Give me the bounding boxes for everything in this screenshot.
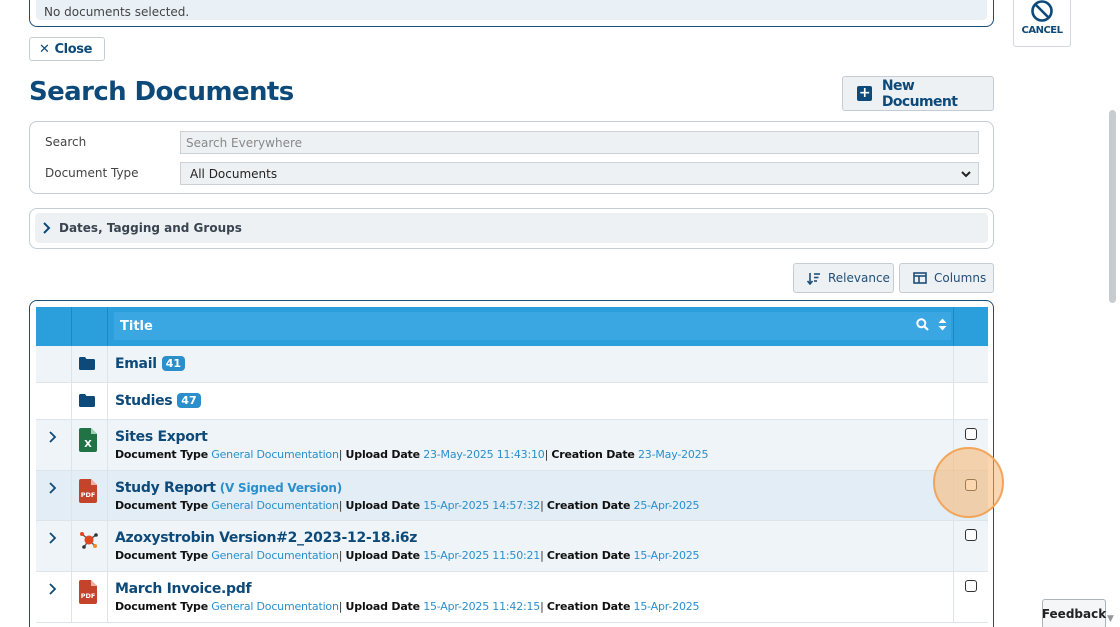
- close-label: Close: [54, 41, 93, 57]
- new-document-button[interactable]: + New Document: [842, 76, 994, 111]
- document-row[interactable]: Azoxystrobin Version#2_2023-12-18.i6z Do…: [36, 521, 988, 572]
- dates-tagging-groups-toggle[interactable]: Dates, Tagging and Groups: [35, 213, 988, 243]
- new-document-label: New Document: [881, 77, 958, 110]
- molecule-icon: [80, 532, 98, 549]
- plus-icon: +: [857, 85, 872, 101]
- chevron-right-icon[interactable]: [48, 531, 57, 545]
- folder-count-badge: 41: [161, 356, 186, 371]
- folder-icon: [79, 357, 95, 370]
- document-row[interactable]: X Sites Export Document Type General Doc…: [36, 420, 988, 471]
- columns-label: Columns: [934, 271, 987, 285]
- document-title-link[interactable]: Study Report (V Signed Version): [115, 480, 342, 496]
- document-type-select[interactable]: All Documents: [180, 162, 979, 185]
- folder-icon: [79, 394, 95, 407]
- sort-toggle-icon[interactable]: [938, 318, 947, 331]
- selected-documents-box: No documents selected.: [36, 0, 987, 20]
- cancel-label: CANCEL: [1021, 25, 1064, 36]
- sort-label: Relevance: [828, 271, 890, 285]
- title-column-header[interactable]: Title: [114, 312, 951, 340]
- sort-relevance-button[interactable]: Relevance: [793, 263, 894, 293]
- page-title: Search Documents: [29, 77, 294, 107]
- feedback-button[interactable]: Feedback: [1042, 599, 1106, 627]
- excel-icon: X: [79, 428, 97, 452]
- folder-count-badge: 47: [177, 393, 201, 408]
- dates-tagging-groups-label: Dates, Tagging and Groups: [59, 221, 242, 235]
- document-row[interactable]: PDF March Invoice.pdf Document Type Gene…: [36, 572, 988, 623]
- title-header-label: Title: [120, 318, 153, 334]
- document-metadata: Document Type General Documentation| Upl…: [115, 499, 700, 512]
- pdf-icon: PDF: [79, 580, 97, 604]
- svg-text:PDF: PDF: [81, 491, 96, 499]
- document-metadata: Document Type General Documentation| Upl…: [115, 448, 709, 461]
- document-metadata: Document Type General Documentation| Upl…: [115, 600, 700, 613]
- svg-text:X: X: [84, 439, 92, 450]
- close-button[interactable]: ✕ Close: [29, 37, 105, 61]
- chevron-down-icon: [961, 171, 971, 178]
- document-title-link[interactable]: Azoxystrobin Version#2_2023-12-18.i6z: [115, 530, 417, 546]
- document-type-label: Document Type: [45, 166, 139, 180]
- version-label: (V Signed Version): [219, 481, 343, 495]
- pdf-icon: PDF: [79, 479, 97, 503]
- folder-link-email[interactable]: Email 41: [115, 356, 186, 372]
- document-metadata: Document Type General Documentation| Upl…: [115, 549, 700, 562]
- table-header: Title: [36, 307, 988, 346]
- chevron-right-icon: [43, 222, 51, 234]
- selection-status: No documents selected.: [44, 5, 190, 19]
- selected-documents-panel: No documents selected.: [29, 0, 994, 27]
- cancel-button[interactable]: CANCEL: [1013, 0, 1071, 47]
- folder-row[interactable]: Email 41: [36, 346, 988, 383]
- click-highlight: [933, 447, 1004, 518]
- document-row[interactable]: PDF Study Report (V Signed Version) Docum…: [36, 471, 988, 521]
- search-input[interactable]: [180, 131, 979, 154]
- close-icon: ✕: [39, 41, 50, 57]
- folder-row[interactable]: Studies 47: [36, 383, 988, 420]
- scrollbar-thumb[interactable]: [1109, 110, 1116, 303]
- scrollbar-track[interactable]: [1108, 0, 1120, 627]
- columns-button[interactable]: Columns: [899, 263, 994, 293]
- chevron-right-icon[interactable]: [48, 582, 57, 596]
- document-type-value: All Documents: [190, 166, 278, 181]
- dates-tagging-groups-panel: Dates, Tagging and Groups: [29, 208, 994, 249]
- row-select-checkbox[interactable]: [965, 428, 977, 440]
- results-table: Title Email 41 Studies 47 X Sites Export…: [29, 300, 994, 627]
- columns-icon: [913, 272, 927, 284]
- chevron-right-icon[interactable]: [48, 481, 57, 495]
- search-icon[interactable]: [916, 318, 929, 331]
- cancel-icon: [1031, 0, 1053, 22]
- svg-text:PDF: PDF: [81, 592, 96, 600]
- search-label: Search: [45, 135, 87, 149]
- chevron-right-icon[interactable]: [48, 430, 57, 444]
- sort-icon: [807, 272, 820, 285]
- document-title-link[interactable]: Sites Export: [115, 429, 208, 445]
- document-title-link[interactable]: March Invoice.pdf: [115, 581, 252, 597]
- scroll-down-icon[interactable]: ▼: [1107, 614, 1114, 624]
- row-select-checkbox[interactable]: [965, 580, 977, 592]
- row-select-checkbox[interactable]: [965, 529, 977, 541]
- folder-link-studies[interactable]: Studies 47: [115, 393, 201, 409]
- search-panel: Search Document Type All Documents: [29, 121, 994, 194]
